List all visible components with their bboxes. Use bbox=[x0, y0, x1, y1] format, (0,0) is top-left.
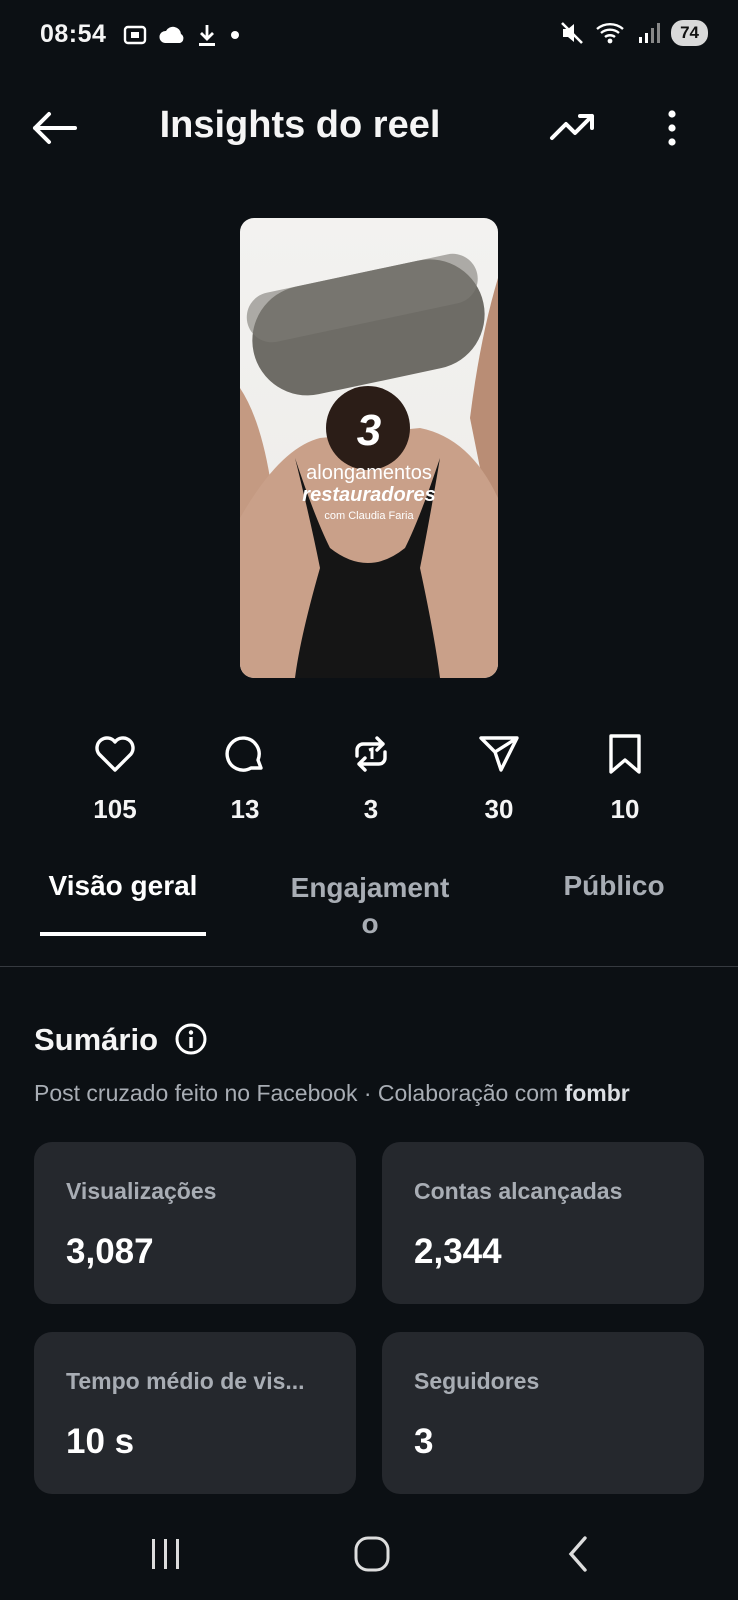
download-icon bbox=[199, 25, 215, 46]
comments-stat: 13 bbox=[190, 732, 300, 825]
reposts-count: 3 bbox=[363, 794, 379, 824]
saves-count: 10 bbox=[610, 794, 640, 824]
status-time: 08:54 bbox=[40, 20, 107, 48]
comments-count: 13 bbox=[230, 794, 260, 824]
shares-count: 30 bbox=[484, 794, 514, 824]
metric-card-views[interactable]: Visualizações 3,087 bbox=[34, 1142, 356, 1304]
likes-stat: 105 bbox=[60, 732, 170, 825]
tabs-divider bbox=[0, 966, 738, 967]
thumbnail-line2: restauradores bbox=[302, 484, 436, 506]
share-icon bbox=[479, 736, 519, 772]
reel-thumbnail[interactable]: 3 alongamentos restauradores com Claudia… bbox=[240, 218, 498, 678]
metric-card-watch-time[interactable]: Tempo médio de vis... 10 s bbox=[34, 1332, 356, 1494]
metric-value: 10 s bbox=[66, 1422, 135, 1461]
tab-selected-indicator bbox=[40, 932, 206, 936]
metric-label: Visualizações bbox=[66, 1178, 217, 1204]
wifi-icon bbox=[596, 23, 624, 44]
metric-value: 3,087 bbox=[66, 1232, 154, 1271]
tab-engagement[interactable]: Engajament o bbox=[272, 870, 468, 942]
thumbnail-line1: alongamentos bbox=[306, 462, 432, 484]
metric-label: Contas alcançadas bbox=[414, 1178, 623, 1204]
recent-apps-icon bbox=[152, 1539, 179, 1569]
saves-stat: 10 bbox=[570, 732, 680, 825]
page-title: Insights do reel bbox=[159, 104, 441, 146]
dot-icon bbox=[231, 31, 239, 39]
tab-audience[interactable]: Público bbox=[548, 870, 680, 902]
heart-icon bbox=[95, 736, 135, 772]
collaborator-name[interactable]: fombr bbox=[565, 1080, 630, 1106]
tab-engagement-line2: o bbox=[361, 908, 379, 939]
metric-value: 3 bbox=[414, 1422, 434, 1461]
home-icon bbox=[354, 1536, 390, 1572]
chevron-left-icon bbox=[568, 1536, 587, 1572]
metric-value: 2,344 bbox=[414, 1232, 502, 1271]
info-button[interactable] bbox=[174, 1022, 208, 1056]
metric-label: Seguidores bbox=[414, 1368, 540, 1394]
system-back-button[interactable] bbox=[548, 1532, 608, 1576]
screenshot-icon bbox=[123, 25, 147, 45]
status-icons-left bbox=[122, 22, 242, 48]
battery-icon: 74 bbox=[671, 20, 708, 46]
bookmark-icon bbox=[609, 734, 641, 774]
summary-title: Sumário bbox=[34, 1022, 159, 1057]
likes-count: 105 bbox=[93, 794, 137, 824]
more-options-button[interactable] bbox=[652, 104, 692, 152]
tab-engagement-line1: Engajament bbox=[290, 872, 450, 903]
metric-card-followers[interactable]: Seguidores 3 bbox=[382, 1332, 704, 1494]
metric-label: Tempo médio de vis... bbox=[66, 1368, 305, 1394]
summary-subtitle: Post cruzado feito no Facebook · Colabor… bbox=[34, 1080, 630, 1107]
trend-icon bbox=[550, 114, 594, 140]
status-icons-right: 74 bbox=[559, 20, 708, 46]
metric-card-reach[interactable]: Contas alcançadas 2,344 bbox=[382, 1142, 704, 1304]
shares-stat: 30 bbox=[444, 732, 554, 825]
reposts-stat: 3 bbox=[316, 732, 426, 825]
repost-icon bbox=[355, 736, 387, 772]
thumbnail-line3: com Claudia Faria bbox=[324, 510, 414, 522]
trend-button[interactable] bbox=[548, 106, 604, 150]
recent-apps-button[interactable] bbox=[136, 1532, 196, 1576]
more-vertical-icon bbox=[668, 110, 676, 146]
cloud-icon bbox=[159, 26, 184, 43]
signal-icon bbox=[639, 23, 661, 43]
comment-icon bbox=[225, 736, 263, 772]
home-button[interactable] bbox=[342, 1532, 402, 1576]
tab-overview[interactable]: Visão geral bbox=[40, 870, 206, 902]
thumbnail-number: 3 bbox=[356, 406, 382, 455]
info-icon bbox=[175, 1023, 207, 1055]
summary-subtitle-text: Post cruzado feito no Facebook · Colabor… bbox=[34, 1080, 565, 1106]
mute-icon bbox=[561, 22, 583, 44]
